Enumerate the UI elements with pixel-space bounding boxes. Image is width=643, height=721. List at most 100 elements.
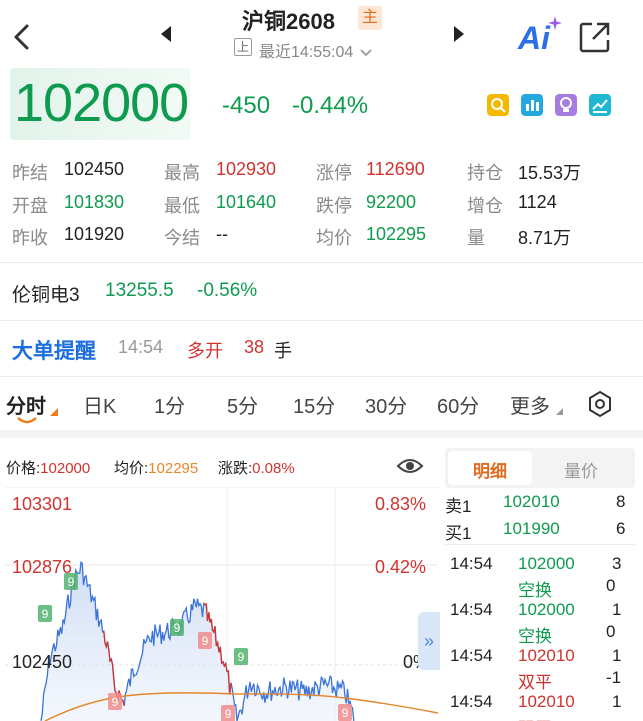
- divider: [445, 544, 635, 545]
- chevron-down-icon: [360, 49, 372, 57]
- tick-delta: 0: [606, 576, 616, 595]
- main-contract-badge: 主: [358, 6, 382, 30]
- tab-corner-icon: [50, 408, 58, 416]
- ai-assistant-icon[interactable]: Ai: [516, 16, 562, 58]
- tick-price: 102000: [518, 600, 575, 619]
- last-update-time[interactable]: 最近14:55:04: [259, 38, 374, 62]
- tab-30min[interactable]: 30分: [365, 390, 407, 419]
- tick-price: 102000: [518, 554, 575, 573]
- stat-value: 102450: [64, 159, 125, 179]
- tick-qty: 1: [612, 692, 622, 711]
- tab-daily-k[interactable]: 日K: [83, 390, 116, 419]
- next-contract-icon[interactable]: [451, 24, 467, 44]
- search-analysis-icon[interactable]: [487, 94, 509, 116]
- sell1-label: 卖1: [445, 497, 472, 516]
- stat-value: 112690: [366, 159, 425, 179]
- tick-time: 14:54: [450, 692, 493, 711]
- tick-price: 102010: [518, 692, 575, 711]
- current-price: 102000: [14, 73, 189, 133]
- related-contract-change: -0.56%: [197, 280, 258, 301]
- tab-5min[interactable]: 5分: [227, 390, 258, 419]
- related-contract-price: 13255.5: [105, 280, 174, 301]
- tab-volume-price[interactable]: 量价: [564, 457, 598, 482]
- tab-15min[interactable]: 15分: [293, 390, 335, 419]
- intraday-chart[interactable]: 9999999 9: [5, 487, 438, 721]
- stat-value: 92200: [366, 192, 417, 212]
- tick-delta: -1: [606, 668, 622, 687]
- y-axis-top-pct: 0.83%: [375, 494, 427, 514]
- tick-qty: 1: [612, 646, 622, 665]
- signal-marker-label: 9: [342, 706, 349, 720]
- stat-label: 昨收: [12, 228, 48, 248]
- stat-label: 最低: [164, 196, 200, 216]
- tick-time: 14:54: [450, 600, 493, 619]
- trend-stats-icon[interactable]: [589, 94, 611, 116]
- stat-value: 8.71万: [518, 228, 572, 248]
- stat-value: 101830: [64, 192, 125, 212]
- back-arrow-icon[interactable]: [10, 22, 34, 52]
- settings-icon[interactable]: [586, 390, 614, 418]
- tab-60min[interactable]: 60分: [437, 390, 479, 419]
- tick-delta: 0: [606, 622, 616, 641]
- divider: [0, 262, 643, 263]
- previous-contract-icon[interactable]: [158, 24, 174, 44]
- signal-marker-label: 9: [112, 695, 119, 709]
- tick-time: 14:54: [450, 554, 493, 573]
- stat-value: 102930: [216, 159, 277, 179]
- tick-type: 双平: [518, 714, 552, 721]
- price-change: -450: [222, 92, 271, 119]
- tick-type: 空换: [518, 627, 552, 646]
- signal-marker-label: 9: [174, 621, 181, 635]
- signal-marker-label: 9: [238, 650, 245, 664]
- stat-label: 今结: [164, 228, 200, 248]
- stat-label: 跌停: [316, 196, 352, 216]
- stat-label: 最高: [164, 163, 200, 183]
- chart-change-info: 涨跌:0.08%: [218, 460, 295, 477]
- stat-value: 1124: [518, 192, 557, 212]
- tick-price: 102010: [518, 646, 575, 665]
- stat-value: 15.53万: [518, 163, 582, 183]
- active-tab-indicator: [17, 417, 37, 424]
- more-corner-icon: [556, 408, 563, 415]
- sell1-price: 102010: [503, 492, 560, 511]
- tab-trade-detail[interactable]: 明细: [473, 457, 507, 482]
- tick-time: 14:54: [450, 646, 493, 665]
- chart-analysis-icon[interactable]: [521, 94, 543, 116]
- expand-panel-handle[interactable]: »: [418, 612, 440, 670]
- tab-intraday[interactable]: 分时: [6, 390, 46, 419]
- y-axis-base: 102450: [12, 652, 73, 672]
- stat-value: 102295: [366, 224, 427, 244]
- stat-label: 增仓: [467, 196, 503, 216]
- divider: [0, 376, 643, 377]
- buy1-qty: 6: [616, 519, 626, 538]
- buy1-label: 买1: [445, 524, 472, 543]
- alert-time: 14:54: [118, 337, 164, 357]
- contract-title: 沪铜2608: [242, 9, 335, 34]
- price-change-percent: -0.44%: [292, 92, 369, 119]
- sparkle-icon: [548, 16, 562, 30]
- related-contract-name[interactable]: 伦铜电3: [12, 280, 80, 307]
- idea-bulb-icon[interactable]: [555, 94, 577, 116]
- stat-label: 量: [467, 228, 485, 248]
- stat-label: 持仓: [467, 163, 503, 183]
- buy1-price: 101990: [503, 519, 560, 538]
- stat-value: --: [216, 224, 228, 244]
- stat-label: 均价: [316, 228, 352, 248]
- tab-1min[interactable]: 1分: [154, 390, 185, 419]
- sell1-qty: 8: [616, 492, 626, 511]
- alert-order-type: 多开: [187, 341, 223, 361]
- stat-label: 开盘: [12, 196, 48, 216]
- share-icon[interactable]: [578, 20, 612, 54]
- signal-marker-label: 9: [42, 607, 49, 621]
- eye-icon[interactable]: [396, 455, 424, 477]
- tab-more[interactable]: 更多: [510, 390, 550, 419]
- section-gap: [0, 430, 643, 438]
- y-axis-mid: 102876: [12, 557, 73, 577]
- signal-marker-label: 9: [225, 707, 232, 721]
- y-axis-top: 103301: [12, 494, 73, 514]
- stat-label: 昨结: [12, 163, 48, 183]
- big-order-alert-title[interactable]: 大单提醒: [12, 335, 96, 365]
- stat-value: 101920: [64, 224, 125, 244]
- exchange-badge: 上: [234, 38, 252, 56]
- tick-qty: 3: [612, 554, 622, 573]
